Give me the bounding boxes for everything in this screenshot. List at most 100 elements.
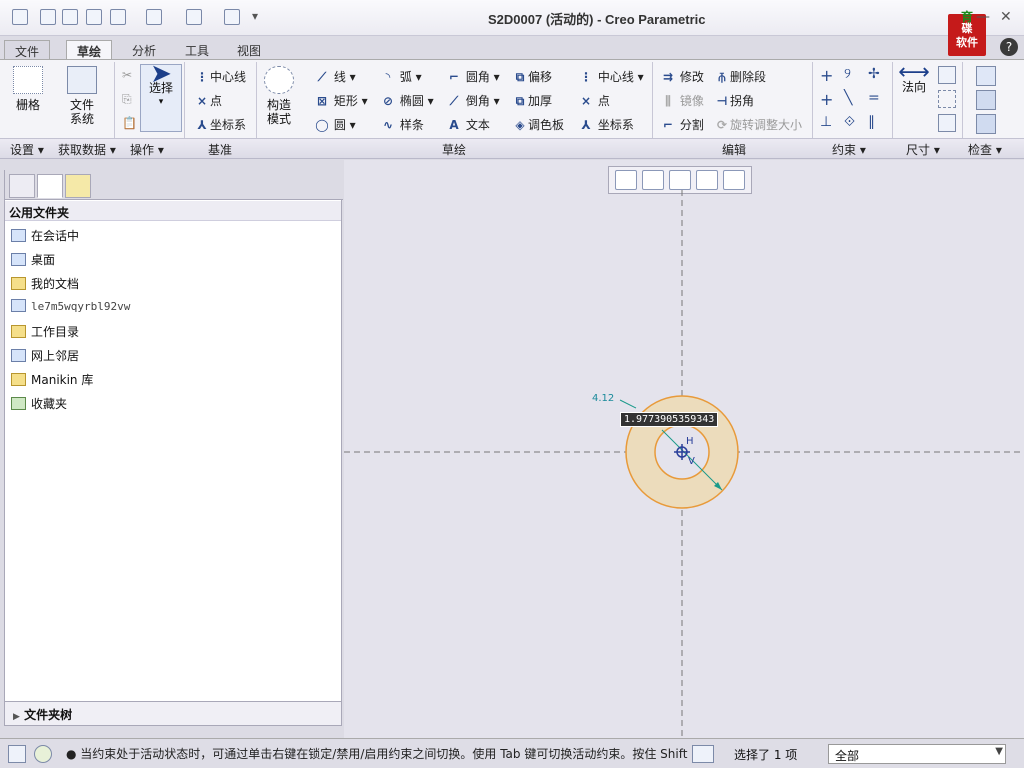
close-window-icon[interactable]: [224, 9, 240, 25]
text-button[interactable]: A 文本: [446, 116, 490, 133]
normal-dimension-button[interactable]: ⟷ 法向: [896, 62, 932, 95]
desktop-icon: [11, 253, 26, 266]
palette-button[interactable]: ◈ 调色板: [512, 116, 564, 133]
rectangle-icon: ⊠: [316, 94, 328, 108]
tab-tools[interactable]: 工具: [175, 40, 219, 60]
ribbon-tabs: 文件 草绘 分析 工具 视图: [0, 38, 1024, 60]
construction-mode-button[interactable]: 构造 模式: [262, 66, 296, 126]
tab-sketch[interactable]: 草绘: [66, 40, 113, 60]
group-edit: 编辑: [722, 143, 747, 157]
chamfer-button[interactable]: ⟋ 倒角 ▾: [446, 92, 500, 109]
baseline-icon[interactable]: [938, 90, 956, 108]
navigator-tabs: [5, 170, 343, 200]
tangent-constraint-icon[interactable]: ୨: [844, 66, 851, 82]
save-icon[interactable]: [86, 9, 102, 25]
datum-coord-sys-button[interactable]: ⅄ 坐标系: [194, 116, 246, 133]
graphics-window[interactable]: 4.12 1.9773905359343 H V: [344, 160, 1024, 738]
file-system-icon: [67, 66, 97, 94]
folder-item-manikin-library[interactable]: Manikin 库: [11, 371, 93, 391]
grid-button[interactable]: 栅格: [10, 66, 46, 112]
coord-sys-icon: ⅄: [197, 118, 207, 132]
coincident-constraint-icon[interactable]: ╲: [844, 90, 852, 106]
symmetric-constraint-icon[interactable]: ⟐: [844, 114, 855, 130]
working-directory-icon: [11, 325, 26, 338]
midpoint-constraint-icon[interactable]: ✢: [868, 66, 880, 82]
pointer-icon: ➤: [150, 59, 172, 89]
horizontal-constraint-icon[interactable]: +: [820, 90, 833, 109]
open-folder-icon[interactable]: [62, 9, 78, 25]
rectangle-button[interactable]: ⊠ 矩形 ▾: [314, 92, 368, 109]
select-button[interactable]: ➤ 选择 ▾: [140, 59, 182, 132]
folder-tree-toggle[interactable]: ▶ 文件夹树: [5, 701, 341, 725]
customize-dropdown-icon[interactable]: ▾: [252, 9, 268, 25]
folder-item-computer[interactable]: le7m5wqyrbl92vw: [11, 299, 130, 319]
folder-item-in-session[interactable]: 在会话中: [11, 227, 79, 247]
ellipse-button[interactable]: ⊘ 椭圆 ▾: [380, 92, 434, 109]
fillet-button[interactable]: ⌐ 圆角 ▾: [446, 68, 500, 85]
app-icon: [12, 9, 28, 25]
construction-icon: [264, 66, 294, 94]
undo-icon[interactable]: [110, 9, 126, 25]
arc-button[interactable]: ◝ 弧 ▾: [380, 68, 422, 85]
highlight-open-ends-icon[interactable]: [976, 114, 996, 134]
divide-button[interactable]: ⌐ 分割: [660, 116, 704, 133]
perpendicular-constraint-icon[interactable]: ⊥: [820, 114, 832, 130]
spline-button[interactable]: ∿ 样条: [380, 116, 424, 133]
equal-constraint-icon[interactable]: =: [868, 90, 880, 106]
delete-segment-button[interactable]: ⫚ 删除段: [714, 68, 766, 85]
selection-filter-select[interactable]: 全部 ▼: [828, 744, 1006, 764]
shade-closed-loops-icon[interactable]: [976, 90, 996, 110]
minimize-button[interactable]: —: [976, 9, 990, 25]
regenerate-icon[interactable]: [186, 9, 202, 25]
folder-item-working-directory[interactable]: 工作目录: [11, 323, 79, 343]
dimension-edit-field[interactable]: 1.9773905359343: [620, 412, 719, 427]
tab-file[interactable]: 文件: [4, 40, 51, 60]
datum-centerline-button[interactable]: ⋮ 中心线: [194, 68, 246, 85]
group-get-data[interactable]: 获取数据 ▾: [58, 141, 116, 158]
text-icon: A: [449, 118, 459, 132]
circle-button[interactable]: ◯ 圆 ▾: [314, 116, 355, 133]
corner-button[interactable]: ⊣ 拐角: [714, 92, 755, 109]
navigator-toggle-icon[interactable]: [8, 745, 26, 763]
vertical-constraint-icon[interactable]: +: [820, 66, 833, 85]
browser-toggle-icon[interactable]: [34, 745, 52, 763]
tab-analysis[interactable]: 分析: [122, 40, 166, 60]
close-button[interactable]: ✕: [1000, 9, 1012, 25]
folder-item-desktop[interactable]: 桌面: [11, 251, 55, 271]
group-inspect[interactable]: 检查 ▾: [968, 141, 1002, 158]
documents-folder-icon: [11, 277, 26, 290]
folder-item-my-documents[interactable]: 我的文档: [11, 275, 79, 295]
mirror-icon: ⫼: [665, 94, 671, 108]
sketch-centerline-button[interactable]: ⋮ 中心线 ▾: [578, 68, 644, 85]
group-operations[interactable]: 操作 ▾: [130, 141, 164, 158]
dimension-label[interactable]: 4.12: [592, 393, 614, 404]
overlap-geometry-icon[interactable]: [976, 66, 996, 86]
folder-item-network[interactable]: 网上邻居: [11, 347, 79, 367]
line-button[interactable]: ⟋ 线 ▾: [314, 68, 356, 85]
favorites-tab-icon[interactable]: [65, 174, 91, 198]
modify-icon: ⇉: [662, 70, 674, 84]
group-dimension[interactable]: 尺寸 ▾: [906, 141, 940, 158]
modify-button[interactable]: ⇉ 修改: [660, 68, 704, 85]
folder-browser-tab-icon[interactable]: [37, 174, 63, 198]
new-file-icon[interactable]: [40, 9, 56, 25]
redo-icon[interactable]: [146, 9, 162, 25]
datum-point-button[interactable]: × 点: [194, 92, 222, 109]
group-constraint[interactable]: 约束 ▾: [832, 141, 866, 158]
sketch-coord-sys-button[interactable]: ⅄ 坐标系: [578, 116, 633, 133]
common-folders-header: 公用文件夹: [5, 201, 341, 221]
perimeter-icon[interactable]: [938, 66, 956, 84]
sketch-point-button[interactable]: × 点: [578, 92, 610, 109]
computer-icon: [11, 299, 26, 312]
reference-icon[interactable]: [938, 114, 956, 132]
folder-item-favorites[interactable]: 收藏夹: [11, 395, 67, 415]
parallel-constraint-icon[interactable]: ∥: [868, 114, 875, 130]
selection-filter-icon[interactable]: [692, 745, 714, 763]
model-tree-tab-icon[interactable]: [9, 174, 35, 198]
file-system-button[interactable]: 文件 系统: [62, 66, 102, 126]
offset-button[interactable]: ⧉ 偏移: [512, 68, 552, 85]
group-setup[interactable]: 设置 ▾: [10, 141, 44, 158]
status-message: ● 当约束处于活动状态时，可通过单击右键在锁定/禁用/启用约束之间切换。使用 T…: [66, 747, 688, 761]
tab-view[interactable]: 视图: [227, 40, 271, 60]
thicken-button[interactable]: ⧉ 加厚: [512, 92, 552, 109]
